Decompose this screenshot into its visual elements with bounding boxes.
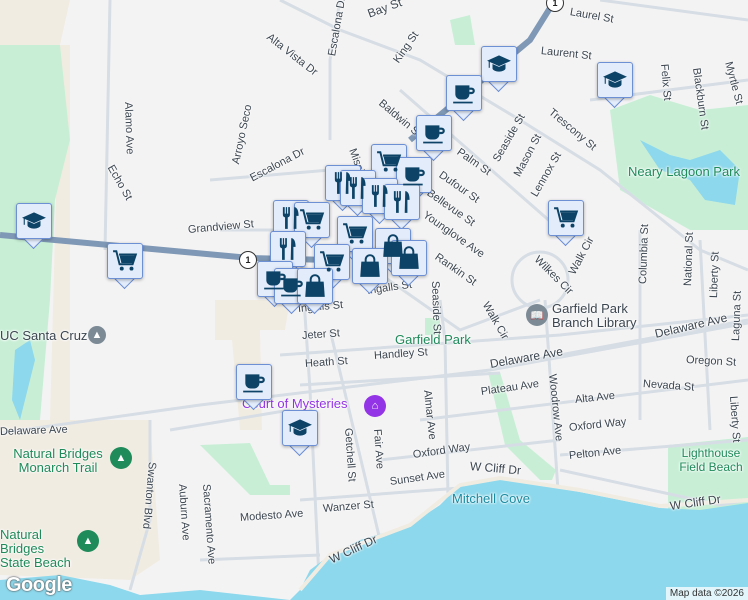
school-icon (602, 67, 628, 93)
shopping-cart-icon (112, 248, 138, 274)
place-label-natural-bridges-trail[interactable]: Natural Bridges Monarch Trail (8, 447, 108, 475)
shop-marker[interactable] (297, 268, 333, 315)
shopping-bag-icon (357, 253, 383, 279)
restaurant-marker[interactable] (384, 184, 420, 231)
shopping-bag-icon (302, 273, 328, 299)
grocery-marker[interactable] (107, 243, 143, 290)
school-marker[interactable] (597, 62, 633, 109)
place-label-garfield-park[interactable]: Garfield Park (395, 333, 471, 347)
park-tree-icon[interactable]: ▲ (110, 447, 132, 469)
campus-area (0, 0, 70, 45)
shopping-bag-icon (396, 245, 422, 271)
street-label: Alamo Ave (122, 101, 136, 155)
library-icon[interactable]: 📖 (526, 304, 548, 326)
school-icon (486, 51, 512, 77)
park-tree-icon[interactable]: ▲ (77, 530, 99, 552)
school-icon (287, 415, 313, 441)
highway-1-shield: 1 (239, 251, 257, 269)
shopping-cart-icon (376, 149, 402, 175)
coffee-icon (451, 80, 477, 106)
coffee-icon (401, 162, 427, 188)
google-logo[interactable]: Google (6, 574, 72, 597)
place-label-natural-bridges-beach[interactable]: Natural Bridges State Beach (0, 528, 75, 570)
cafe-marker[interactable] (416, 115, 452, 162)
place-label-library[interactable]: Garfield Park Branch Library (552, 302, 672, 330)
school-icon (21, 208, 47, 234)
shop-marker[interactable] (352, 248, 388, 295)
school-marker[interactable] (16, 203, 52, 250)
place-label-uc-santa-cruz[interactable]: UC Santa Cruz (0, 329, 87, 343)
street-label: Delaware Ave (0, 423, 68, 438)
museum-icon[interactable]: ⌂ (364, 395, 386, 417)
shopping-cart-icon (342, 221, 368, 247)
street-label: Liberty St (708, 251, 722, 299)
street-label: Laguna St (730, 290, 744, 342)
place-label-mitchell-cove[interactable]: Mitchell Cove (452, 492, 530, 505)
shopping-cart-icon (299, 207, 325, 233)
fork-knife-icon (275, 236, 301, 262)
grocery-marker[interactable] (548, 200, 584, 247)
school-marker[interactable] (481, 46, 517, 93)
school-marker[interactable] (282, 410, 318, 457)
place-label-lighthouse-field[interactable]: Lighthouse Field Beach (676, 446, 746, 474)
green-area (200, 443, 290, 495)
place-label-neary-lagoon-park[interactable]: Neary Lagoon Park (628, 165, 740, 179)
shopping-cart-icon (553, 205, 579, 231)
shopping-cart-icon (319, 249, 345, 275)
street-label: Columbia St (637, 223, 652, 285)
fork-knife-icon (389, 189, 415, 215)
school-poi-icon[interactable]: ▲ (88, 326, 106, 344)
top-park (450, 15, 475, 45)
street-label: National St (682, 232, 696, 287)
cafe-marker[interactable] (236, 364, 272, 411)
map-attribution[interactable]: Map data ©2026 (665, 587, 748, 600)
shop-marker[interactable] (391, 240, 427, 287)
street-label: Oregon St (685, 354, 737, 369)
coffee-icon (241, 369, 267, 395)
coffee-icon (421, 120, 447, 146)
street-label: Seaside St (429, 280, 443, 335)
